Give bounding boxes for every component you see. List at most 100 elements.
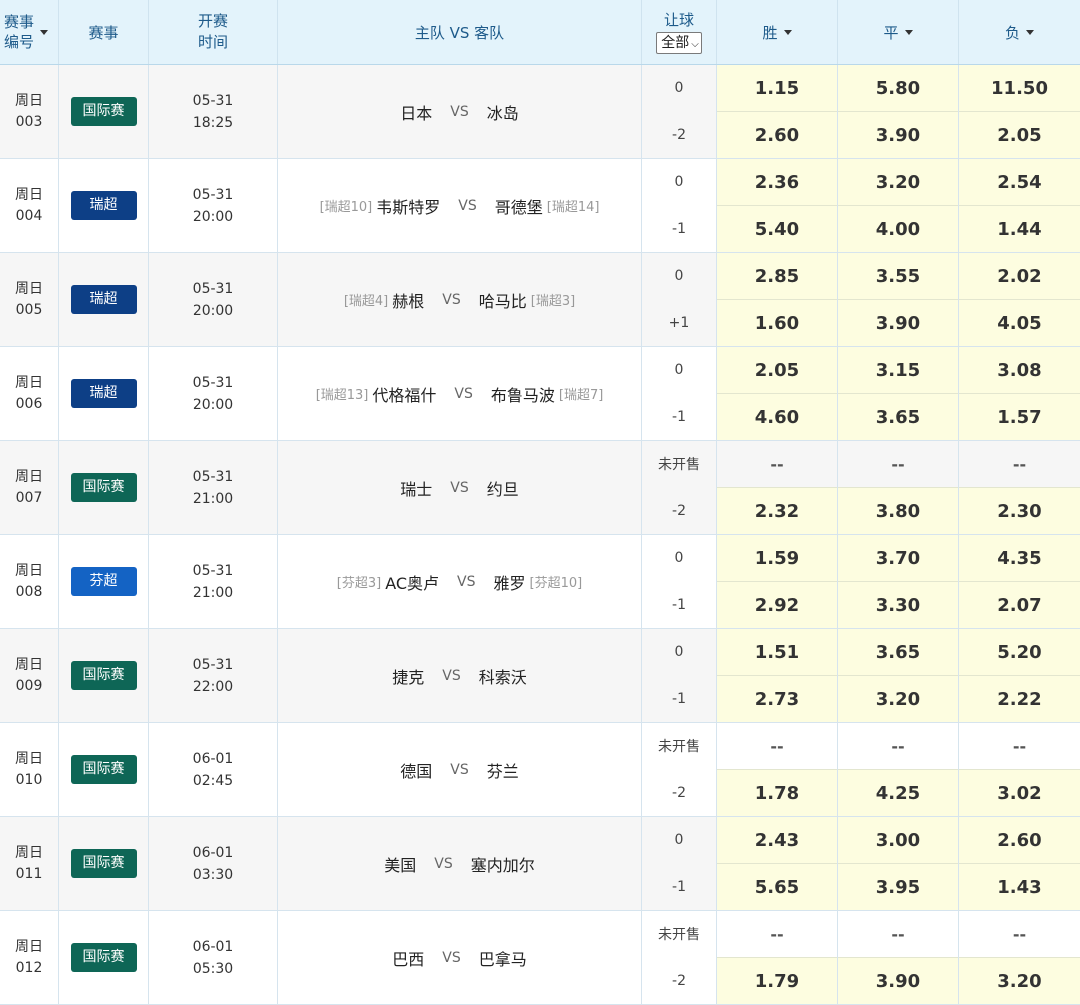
odds-win-line1[interactable]: 1.51: [717, 629, 837, 676]
handicap-line2: +1: [668, 314, 690, 331]
handicap-line2: -2: [672, 502, 686, 519]
handicap-filter-select[interactable]: 全部 ⌵: [656, 32, 702, 54]
league-badge[interactable]: 瑞超: [70, 191, 137, 220]
away-team[interactable]: 巴拿马: [479, 946, 527, 970]
away-team[interactable]: 雅罗: [494, 570, 526, 594]
sort-by-lose-header[interactable]: 负: [959, 0, 1080, 64]
kickoff-date: 05-31: [192, 562, 234, 579]
kickoff-date: 05-31: [192, 186, 234, 203]
odds-lose-line1[interactable]: 5.20: [959, 629, 1080, 676]
odds-win-line2[interactable]: 2.92: [717, 582, 837, 628]
odds-win-line2[interactable]: 1.78: [717, 770, 837, 816]
odds-draw-line2[interactable]: 3.95: [838, 864, 958, 910]
away-team[interactable]: 芬兰: [487, 758, 519, 782]
odds-draw-line1[interactable]: 5.80: [838, 65, 958, 112]
home-team[interactable]: 韦斯特罗: [376, 194, 440, 218]
odds-win-line1[interactable]: 2.05: [717, 347, 837, 394]
odds-draw-line2[interactable]: 4.25: [838, 770, 958, 816]
odds-draw-line2[interactable]: 3.30: [838, 582, 958, 628]
odds-win-line2[interactable]: 2.60: [717, 112, 837, 158]
odds-win-line2[interactable]: 5.40: [717, 206, 837, 252]
odds-draw-line2[interactable]: 3.20: [838, 676, 958, 722]
odds-lose-line2[interactable]: 4.05: [959, 300, 1080, 346]
odds-lose-line1[interactable]: 4.35: [959, 535, 1080, 582]
away-team[interactable]: 约旦: [487, 476, 519, 500]
odds-win-line2[interactable]: 1.60: [717, 300, 837, 346]
odds-win-line2[interactable]: 2.32: [717, 488, 837, 534]
odds-draw-line2[interactable]: 3.90: [838, 958, 958, 1004]
odds-win-line2[interactable]: 4.60: [717, 394, 837, 440]
win-odds-cell: 2.05 4.60: [717, 347, 838, 440]
odds-lose-line1[interactable]: 2.54: [959, 159, 1080, 206]
odds-win-line1[interactable]: 2.36: [717, 159, 837, 206]
odds-win-line2[interactable]: 1.79: [717, 958, 837, 1004]
odds-lose-line2[interactable]: 1.57: [959, 394, 1080, 440]
home-team[interactable]: 赫根: [392, 288, 424, 312]
away-team[interactable]: 哥德堡: [495, 194, 543, 218]
away-team[interactable]: 科索沃: [479, 664, 527, 688]
league-badge[interactable]: 瑞超: [70, 285, 137, 314]
odds-draw-line2[interactable]: 3.90: [838, 112, 958, 158]
odds-draw-line1[interactable]: 3.20: [838, 159, 958, 206]
sort-by-draw-header[interactable]: 平: [838, 0, 959, 64]
odds-lose-line2[interactable]: 2.07: [959, 582, 1080, 628]
odds-win-line1[interactable]: 2.85: [717, 253, 837, 300]
home-team[interactable]: 捷克: [392, 664, 424, 688]
away-team[interactable]: 冰岛: [487, 100, 519, 124]
odds-draw-line2[interactable]: 3.80: [838, 488, 958, 534]
odds-win-line1[interactable]: 2.43: [717, 817, 837, 864]
odds-win-line1[interactable]: 1.15: [717, 65, 837, 112]
home-team[interactable]: 代格福什: [372, 382, 436, 406]
odds-lose-line2[interactable]: 3.20: [959, 958, 1080, 1004]
vs-label: VS: [450, 479, 469, 496]
kickoff-date: 06-01: [192, 844, 234, 861]
home-team[interactable]: 瑞士: [400, 476, 432, 500]
odds-lose-line2[interactable]: 1.43: [959, 864, 1080, 910]
odds-lose-line2[interactable]: 1.44: [959, 206, 1080, 252]
odds-draw-line1[interactable]: 3.70: [838, 535, 958, 582]
home-team[interactable]: AC奥卢: [385, 570, 439, 594]
odds-lose-line1[interactable]: 2.60: [959, 817, 1080, 864]
match-number: 周日 003: [0, 65, 59, 158]
league-badge[interactable]: 芬超: [70, 567, 137, 596]
odds-lose-line1[interactable]: 11.50: [959, 65, 1080, 112]
league-badge[interactable]: 国际赛: [70, 943, 137, 972]
home-team[interactable]: 美国: [384, 852, 416, 876]
home-team[interactable]: 德国: [400, 758, 432, 782]
odds-draw-line1[interactable]: 3.00: [838, 817, 958, 864]
odds-draw-line1[interactable]: 3.55: [838, 253, 958, 300]
odds-draw-line2[interactable]: 3.90: [838, 300, 958, 346]
odds-lose-line2[interactable]: 2.30: [959, 488, 1080, 534]
odds-lose-line2[interactable]: 2.22: [959, 676, 1080, 722]
odds-lose-line1[interactable]: 2.02: [959, 253, 1080, 300]
league-badge[interactable]: 国际赛: [70, 473, 137, 502]
league-badge[interactable]: 国际赛: [70, 97, 137, 126]
league-cell: 国际赛: [59, 817, 149, 910]
away-team[interactable]: 布鲁马波: [491, 382, 555, 406]
league-badge[interactable]: 国际赛: [70, 849, 137, 878]
handicap-line2: -1: [672, 408, 686, 425]
odds-win-line2[interactable]: 5.65: [717, 864, 837, 910]
teams-cell: [瑞超4] 赫根 VS 哈马比 [瑞超3]: [278, 253, 642, 346]
home-team[interactable]: 日本: [400, 100, 432, 124]
odds-draw-line1[interactable]: 3.65: [838, 629, 958, 676]
league-badge[interactable]: 国际赛: [70, 755, 137, 784]
odds-win-line2[interactable]: 2.73: [717, 676, 837, 722]
odds-win-line1[interactable]: 1.59: [717, 535, 837, 582]
odds-draw-line2[interactable]: 3.65: [838, 394, 958, 440]
odds-draw-line1[interactable]: 3.15: [838, 347, 958, 394]
home-team[interactable]: 巴西: [392, 946, 424, 970]
odds-lose-line2[interactable]: 3.02: [959, 770, 1080, 816]
league-badge[interactable]: 瑞超: [70, 379, 137, 408]
away-team[interactable]: 哈马比: [479, 288, 527, 312]
league-badge[interactable]: 国际赛: [70, 661, 137, 690]
odds-lose-line2[interactable]: 2.05: [959, 112, 1080, 158]
away-team[interactable]: 塞内加尔: [471, 852, 535, 876]
sort-by-win-header[interactable]: 胜: [717, 0, 838, 64]
odds-lose-line1[interactable]: 3.08: [959, 347, 1080, 394]
handicap-line1: 0: [674, 644, 684, 661]
odds-draw-line2[interactable]: 4.00: [838, 206, 958, 252]
league-cell: 瑞超: [59, 253, 149, 346]
sort-by-number-header[interactable]: 赛事 编号: [0, 0, 59, 64]
match-day: 周日: [15, 92, 43, 109]
